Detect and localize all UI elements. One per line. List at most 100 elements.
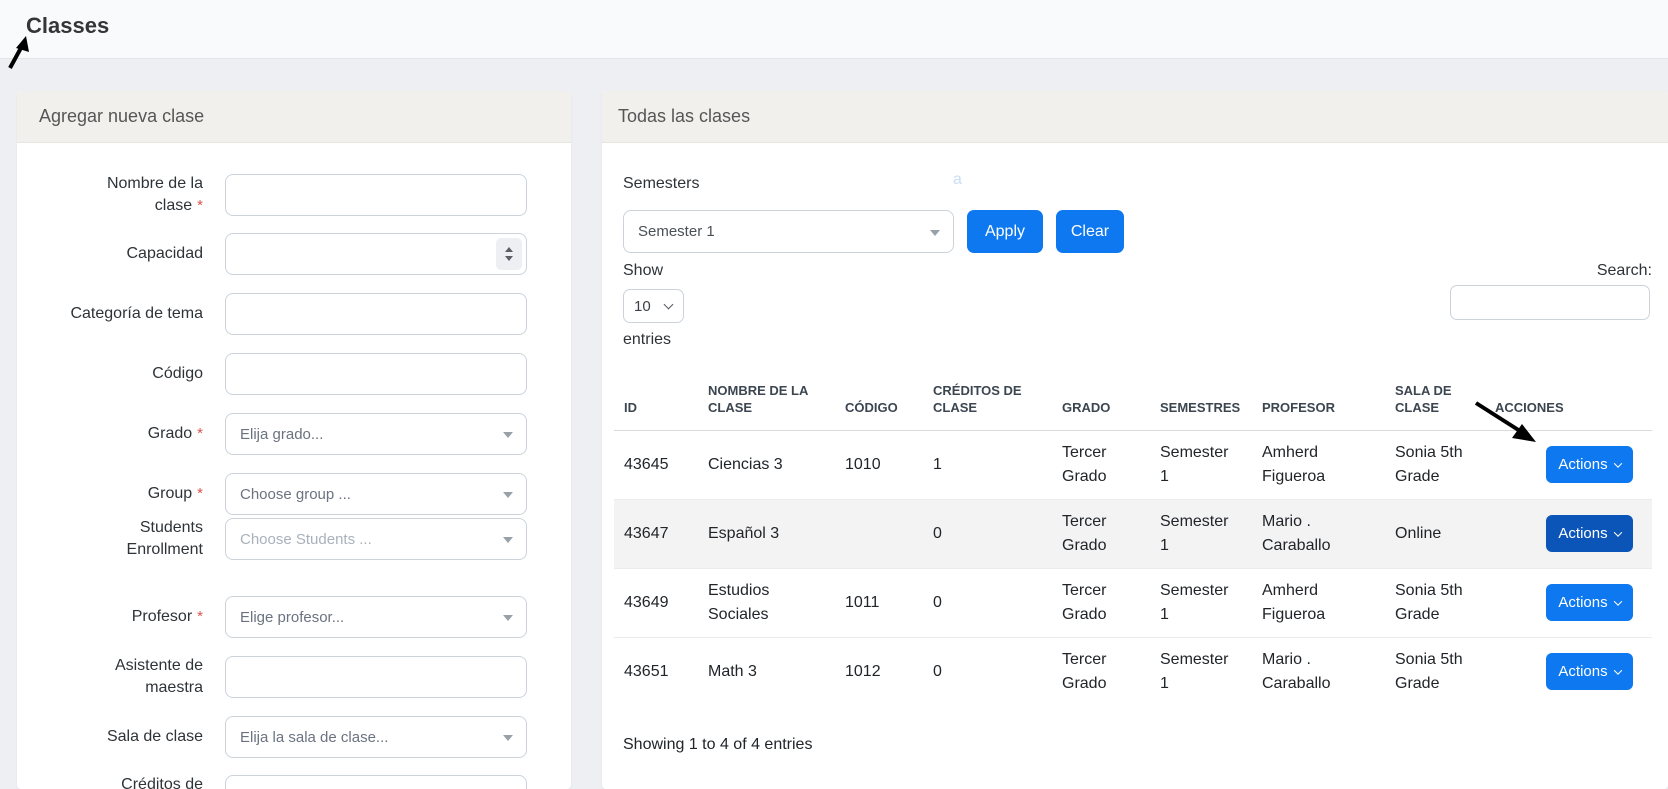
select-caret-icon: [503, 615, 513, 621]
form-row-group: Group * Choose group ...: [17, 473, 571, 515]
students-enrollment-select[interactable]: Choose Students ...: [225, 518, 527, 560]
search-label: Search:: [1596, 262, 1652, 279]
group-label: Group *: [147, 485, 203, 502]
required-mark: *: [197, 485, 203, 502]
search-input[interactable]: [1450, 285, 1650, 320]
add-class-card-title: Agregar nueva clase: [39, 106, 205, 126]
chevron-down-icon: [1613, 458, 1622, 468]
apply-button[interactable]: Apply: [967, 210, 1043, 253]
class-credits-label: Créditos de clase: [121, 776, 203, 789]
cell-profesor: Amherd Figueroa: [1262, 443, 1326, 485]
semesters-label: Semesters: [623, 175, 700, 192]
cell-creditos: 0: [933, 524, 942, 542]
chevron-down-icon: [1613, 596, 1622, 606]
select-caret-icon: [503, 735, 513, 741]
classes-page: Classes Agregar nueva clase Nombre de la…: [0, 0, 1668, 789]
all-classes-card-title: Todas las clases: [618, 106, 751, 126]
cell-codigo: [835, 499, 923, 568]
cell-id: 43647: [624, 524, 669, 542]
add-class-card: Agregar nueva clase Nombre de la clase * …: [17, 91, 571, 789]
actions-button[interactable]: Actions: [1546, 653, 1633, 690]
class-credits-input[interactable]: [225, 775, 527, 789]
cell-profesor: Mario . Caraballo: [1262, 650, 1331, 692]
cell-semestres: Semester 1: [1160, 512, 1229, 554]
ghost-text: a: [953, 171, 962, 188]
stepper-up-icon[interactable]: [505, 247, 513, 252]
cell-codigo: 1011: [845, 593, 880, 611]
all-classes-card-header: Todas las clases: [602, 91, 1668, 143]
semester-filter-select[interactable]: Semester 1: [623, 210, 954, 253]
actions-button[interactable]: Actions: [1546, 446, 1633, 483]
table-row: 43645 Ciencias 3 1010 1 Tercer Grado Sem…: [614, 430, 1652, 499]
col-header-acciones[interactable]: ACCIONES: [1485, 361, 1652, 430]
col-header-codigo[interactable]: CÓDIGO: [835, 361, 923, 430]
page-title: Classes: [26, 13, 110, 38]
page-size-value: 10: [634, 297, 651, 315]
col-header-semestres[interactable]: SEMESTRES: [1150, 361, 1252, 430]
col-header-id[interactable]: ID: [614, 361, 698, 430]
cell-id: 43645: [624, 455, 669, 473]
col-header-profesor[interactable]: PROFESOR: [1252, 361, 1385, 430]
table-row: 43649 Estudios Sociales 1011 0 Tercer Gr…: [614, 568, 1652, 637]
cell-semestres: Semester 1: [1160, 650, 1229, 692]
teacher-assistant-label: Asistente de maestra: [114, 657, 203, 696]
cell-codigo: 1012: [845, 662, 881, 680]
cell-id: 43649: [624, 593, 669, 611]
cell-sala: Sonia 5th Grade: [1395, 650, 1463, 692]
actions-button[interactable]: Actions: [1546, 515, 1633, 552]
select-caret-icon: [930, 229, 940, 236]
required-mark: *: [197, 608, 203, 625]
form-row-class-credits: Créditos de clase: [17, 774, 571, 789]
chevron-down-icon: [663, 299, 674, 309]
classroom-label: Sala de clase: [106, 728, 203, 745]
number-stepper-icon[interactable]: [496, 238, 522, 270]
form-row-class-name: Nombre de la clase *: [17, 173, 571, 217]
cell-grado: Tercer Grado: [1062, 581, 1107, 623]
actions-button[interactable]: Actions: [1546, 584, 1633, 621]
teacher-assistant-input[interactable]: [225, 656, 527, 698]
class-name-input[interactable]: [225, 174, 527, 216]
add-class-form: Nombre de la clase * Capacidad Categoría …: [17, 143, 571, 789]
grade-label: Grado *: [147, 425, 203, 442]
capacity-input[interactable]: [225, 233, 527, 275]
cell-sala: Online: [1395, 524, 1442, 542]
top-bar: Classes: [0, 0, 1668, 59]
cell-semestres: Semester 1: [1160, 581, 1229, 623]
col-header-creditos[interactable]: CRÉDITOS DE CLASE: [923, 361, 1052, 430]
col-header-sala[interactable]: SALA DE CLASE: [1385, 361, 1485, 430]
code-input[interactable]: [225, 353, 527, 395]
cell-creditos: 0: [933, 593, 942, 611]
form-row-teacher-assistant: Asistente de maestra: [17, 655, 571, 699]
select-caret-icon: [503, 492, 513, 498]
col-header-nombre[interactable]: NOMBRE DE LA CLASE: [698, 361, 835, 430]
all-classes-card: Todas las clases Semesters a Semester 1 …: [602, 91, 1668, 789]
cell-sala: Sonia 5th Grade: [1395, 443, 1463, 485]
cell-profesor: Amherd Figueroa: [1262, 581, 1326, 623]
grade-select[interactable]: Elija grado...: [225, 413, 527, 455]
form-row-code: Código: [17, 353, 571, 395]
subject-category-input[interactable]: [225, 293, 527, 335]
cell-profesor: Mario . Caraballo: [1262, 512, 1331, 554]
cell-nombre: Español 3: [708, 524, 780, 542]
stepper-down-icon[interactable]: [505, 256, 513, 261]
chevron-down-icon: [1613, 665, 1622, 675]
teacher-select[interactable]: Elige profesor...: [225, 596, 527, 638]
classroom-select[interactable]: Elija la sala de clase...: [225, 716, 527, 758]
cell-semestres: Semester 1: [1160, 443, 1229, 485]
chevron-down-icon: [1613, 527, 1622, 537]
classes-table: ID NOMBRE DE LA CLASE CÓDIGO CRÉDITOS DE…: [614, 361, 1652, 706]
entries-label: entries: [623, 331, 672, 348]
clear-button[interactable]: Clear: [1056, 210, 1124, 253]
required-mark: *: [197, 425, 203, 442]
select-caret-icon: [503, 432, 513, 438]
form-row-capacity: Capacidad: [17, 233, 571, 275]
table-row: 43651 Math 3 1012 0 Tercer Grado Semeste…: [614, 637, 1652, 706]
group-select[interactable]: Choose group ...: [225, 473, 527, 515]
page-size-select[interactable]: 10: [623, 289, 684, 323]
col-header-grado[interactable]: GRADO: [1052, 361, 1150, 430]
cell-grado: Tercer Grado: [1062, 512, 1107, 554]
form-row-subject-category: Categoría de tema: [17, 293, 571, 335]
table-summary: Showing 1 to 4 of 4 entries: [623, 736, 813, 753]
capacity-label: Capacidad: [126, 245, 204, 262]
add-class-card-header: Agregar nueva clase: [17, 91, 571, 143]
